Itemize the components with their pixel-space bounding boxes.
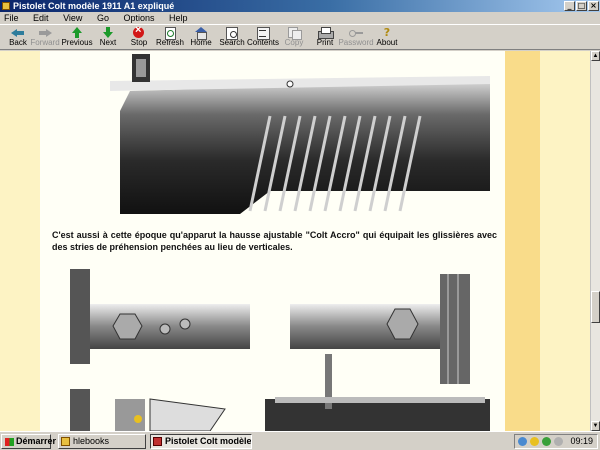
menu-view[interactable]: View	[61, 13, 84, 23]
window-title: Pistolet Colt modèle 1911 A1 expliqué	[13, 1, 175, 11]
vertical-scrollbar[interactable]: ▲ ▼	[590, 51, 600, 431]
article-paragraph: C'est aussi à cette époque qu'apparut la…	[52, 230, 497, 252]
tray-misc-icon[interactable]	[554, 437, 563, 446]
title-bar: Pistolet Colt modèle 1911 A1 expliqué _ …	[0, 0, 600, 12]
about-button[interactable]: ? About	[369, 25, 405, 50]
about-label: About	[376, 38, 398, 47]
start-button[interactable]: Démarrer	[1, 434, 56, 449]
taskbar-item-pistolet[interactable]: Pistolet Colt modèle 1...	[150, 434, 252, 449]
taskbar-item-hlebooks[interactable]: hlebooks	[58, 434, 146, 449]
speaker-icon[interactable]	[542, 437, 551, 446]
slide-illustration	[110, 54, 490, 214]
menu-file[interactable]: File	[2, 13, 21, 23]
up-arrow-icon	[70, 27, 84, 38]
scroll-thumb[interactable]	[591, 291, 600, 323]
refresh-icon	[163, 27, 177, 40]
tray-app-icon[interactable]	[530, 437, 539, 446]
sight-components-illustration	[70, 269, 490, 431]
forward-label: Forward	[30, 38, 60, 47]
copy-icon	[287, 27, 302, 40]
right-outer-band	[540, 51, 590, 431]
down-arrow-icon	[101, 27, 115, 38]
help-icon: ?	[383, 26, 391, 39]
task-label-active: Pistolet Colt modèle 1...	[165, 436, 252, 446]
book-icon	[153, 437, 162, 446]
close-button[interactable]: ×	[588, 1, 599, 11]
menu-go[interactable]: Go	[95, 13, 111, 23]
menu-options[interactable]: Options	[121, 13, 156, 23]
print-icon	[318, 27, 334, 39]
scroll-up-arrow[interactable]: ▲	[591, 51, 600, 61]
task-label: hlebooks	[73, 436, 110, 446]
left-margin-band	[0, 51, 40, 431]
right-margin-band	[505, 51, 540, 431]
forward-button[interactable]: Forward	[27, 25, 63, 50]
back-arrow-icon	[11, 27, 25, 38]
menu-bar: File Edit View Go Options Help	[0, 12, 600, 24]
clock: 09:19	[570, 436, 593, 446]
network-icon[interactable]	[518, 437, 527, 446]
taskbar: Démarrer hlebooks Pistolet Colt modèle 1…	[0, 431, 600, 450]
maximize-button[interactable]: □	[576, 1, 587, 11]
stop-icon	[132, 24, 146, 38]
search-icon	[225, 27, 239, 40]
contents-icon	[256, 27, 270, 40]
minimize-button[interactable]: _	[564, 1, 575, 11]
document-view[interactable]: C'est aussi à cette époque qu'apparut la…	[0, 51, 590, 431]
scroll-down-arrow[interactable]: ▼	[591, 421, 600, 431]
key-icon	[349, 27, 363, 38]
home-icon	[194, 27, 208, 40]
app-icon	[2, 2, 10, 10]
system-tray: 09:19	[514, 434, 598, 449]
menu-edit[interactable]: Edit	[31, 13, 51, 23]
menu-help[interactable]: Help	[167, 13, 190, 23]
start-label: Démarrer	[16, 436, 57, 446]
windows-flag-icon	[5, 438, 14, 446]
forward-arrow-icon	[38, 27, 52, 38]
folder-icon	[61, 437, 70, 446]
toolbar: Back Forward Previous Next Stop Refresh …	[0, 24, 600, 50]
